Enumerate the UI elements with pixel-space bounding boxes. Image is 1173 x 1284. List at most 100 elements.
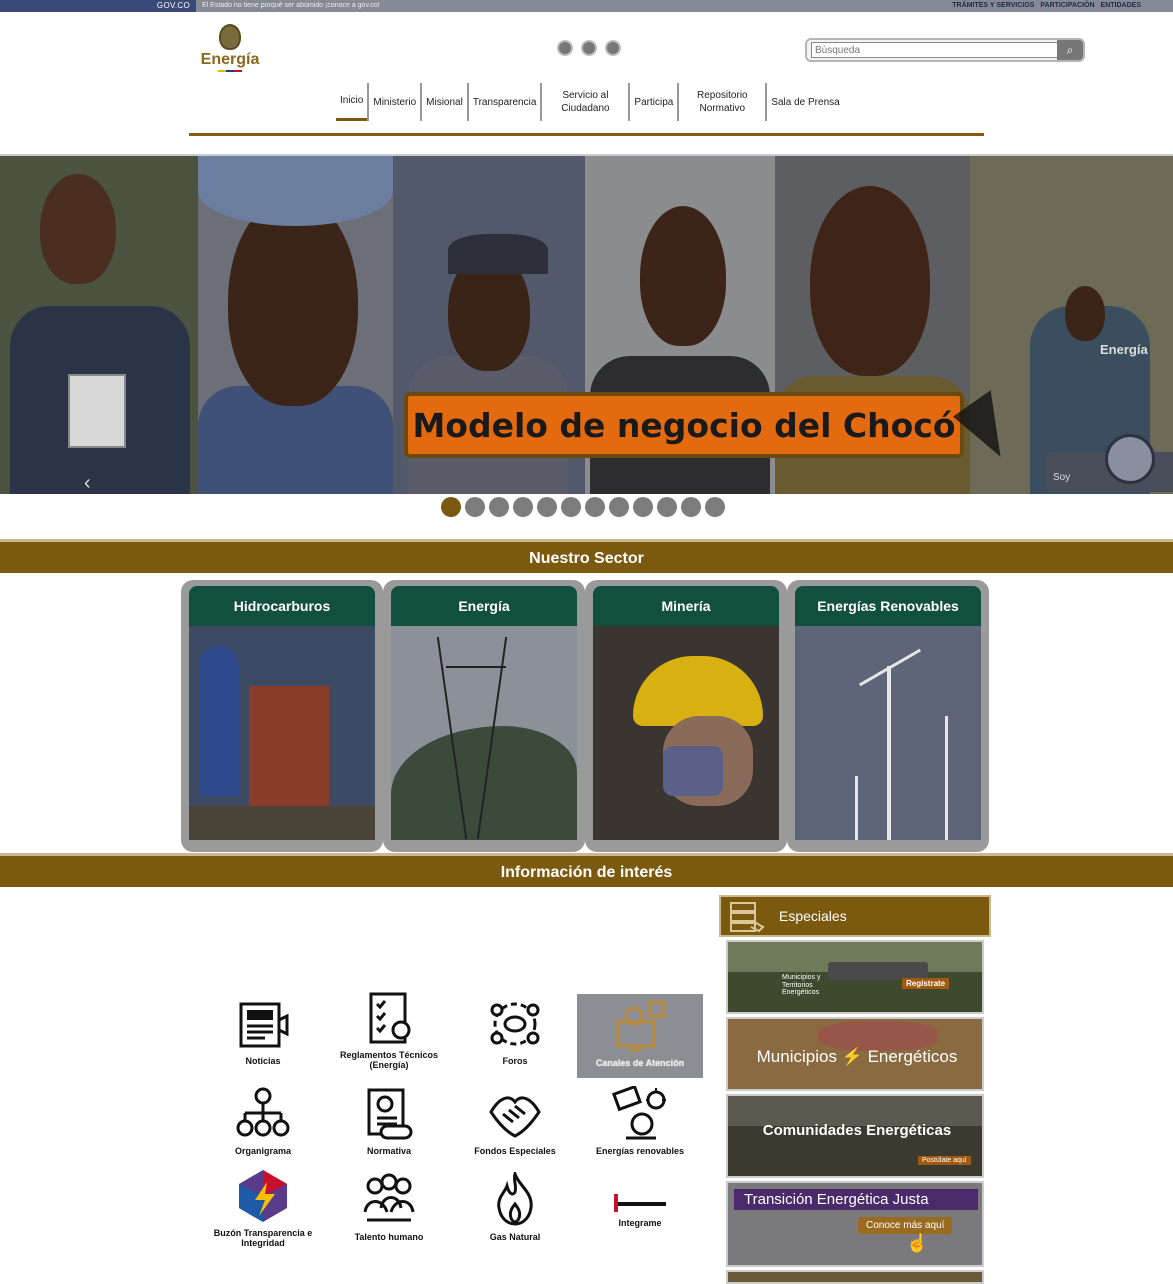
hero-photo-1 bbox=[0, 156, 198, 494]
govco-logo-text[interactable]: GOV.CO bbox=[157, 1, 190, 10]
link-participacion[interactable]: PARTICIPACIÓN bbox=[1040, 2, 1094, 9]
especiales-header[interactable]: Especiales bbox=[719, 895, 991, 937]
info-item-canales-atencion[interactable]: Canales de Atención bbox=[577, 994, 703, 1078]
search-button[interactable]: ⌕ bbox=[1057, 40, 1083, 60]
text-size-icon[interactable] bbox=[605, 40, 621, 56]
server-hand-icon bbox=[729, 901, 767, 933]
govco-brand[interactable]: GOV.CO bbox=[0, 0, 196, 12]
info-item-integrame[interactable]: Integrame bbox=[577, 1192, 703, 1228]
chatbot-label: Soy bbox=[1053, 472, 1071, 483]
forum-icon bbox=[487, 996, 543, 1052]
carousel-dot[interactable] bbox=[513, 497, 533, 517]
tile-text: Municipios ⚡ Energéticos bbox=[756, 1047, 958, 1066]
link-tramites[interactable]: TRÁMITES Y SERVICIOS bbox=[952, 2, 1034, 9]
especial-tile-comunidades-energeticas[interactable]: Comunidades Energéticas Postúlate aquí bbox=[726, 1094, 984, 1178]
item-label: Gas Natural bbox=[489, 1232, 541, 1242]
carousel-dot[interactable] bbox=[561, 497, 581, 517]
card-title: Energías Renovables bbox=[795, 586, 981, 626]
item-label: Reglamentos Técnicos (Energía) bbox=[339, 1050, 439, 1070]
link-entidades[interactable]: ENTIDADES bbox=[1101, 2, 1141, 9]
especial-tile-municipios-energeticos[interactable]: Municipios ⚡ Energéticos bbox=[726, 1017, 984, 1091]
especial-tile-transicion-energetica[interactable]: Transición Energética Justa Conoce más a… bbox=[726, 1181, 984, 1267]
nav-servicio-ciudadano[interactable]: Servicio al Ciudadano bbox=[540, 83, 628, 121]
nav-repositorio-normativo[interactable]: Repositorio Normativo bbox=[677, 83, 765, 121]
search-icon: ⌕ bbox=[1066, 43, 1074, 57]
info-item-talento-humano[interactable]: Talento humano bbox=[326, 1172, 452, 1242]
coat-of-arms-icon bbox=[219, 24, 241, 50]
info-item-noticias[interactable]: Noticias bbox=[200, 996, 326, 1066]
checklist-icon bbox=[361, 990, 417, 1046]
item-label: Buzón Transparencia e Integridad bbox=[213, 1228, 313, 1248]
robot-icon bbox=[1105, 434, 1155, 484]
hero-banner-title[interactable]: Modelo de negocio del Chocó bbox=[404, 392, 964, 458]
carousel-dot[interactable] bbox=[489, 497, 509, 517]
info-item-energias-renovables[interactable]: Energías renovables bbox=[577, 1086, 703, 1156]
section-title-sector: Nuestro Sector bbox=[0, 539, 1173, 573]
handshake-icon bbox=[487, 1086, 543, 1142]
tile-text: Comunidades Energéticas bbox=[762, 1122, 952, 1139]
main-nav: Inicio Ministerio Misional Transparencia… bbox=[336, 82, 844, 122]
hero-watermark-logo: Energía bbox=[1100, 342, 1148, 357]
govco-tagline[interactable]: El Estado no tiene porqué ser abúmido ¡c… bbox=[202, 2, 380, 9]
org-chart-icon bbox=[235, 1086, 291, 1142]
carousel-dot[interactable] bbox=[633, 497, 653, 517]
document-scroll-icon bbox=[361, 1086, 417, 1142]
item-label: Noticias bbox=[245, 1056, 281, 1066]
card-title: Hidrocarburos bbox=[189, 586, 375, 626]
carousel-dot[interactable] bbox=[681, 497, 701, 517]
info-item-gas-natural[interactable]: Gas Natural bbox=[452, 1172, 578, 1242]
item-label: Fondos Especiales bbox=[474, 1146, 556, 1156]
nav-participa[interactable]: Participa bbox=[628, 83, 677, 121]
chatbot-widget[interactable]: Soy bbox=[1045, 434, 1173, 492]
item-label: Normativa bbox=[366, 1146, 411, 1156]
card-mineria[interactable]: Minería bbox=[585, 580, 787, 852]
info-item-normativa[interactable]: Normativa bbox=[326, 1086, 452, 1156]
card-energias-renovables[interactable]: Energías Renovables bbox=[787, 580, 989, 852]
nav-transparencia[interactable]: Transparencia bbox=[466, 83, 541, 121]
carousel-dot[interactable] bbox=[585, 497, 605, 517]
flame-icon bbox=[487, 1172, 543, 1228]
nav-misional[interactable]: Misional bbox=[420, 83, 467, 121]
carousel-dot[interactable] bbox=[609, 497, 629, 517]
power-tower-image bbox=[391, 626, 577, 840]
info-item-organigrama[interactable]: Organigrama bbox=[200, 1086, 326, 1156]
card-energia[interactable]: Energía bbox=[383, 580, 585, 852]
gov-top-bar: GOV.CO El Estado no tiene porqué ser abú… bbox=[0, 0, 1173, 12]
transparency-mailbox-icon bbox=[235, 1168, 291, 1224]
item-label: Canales de Atención bbox=[595, 1058, 685, 1068]
tile-cta[interactable]: Regístrate bbox=[902, 978, 950, 989]
info-item-fondos-especiales[interactable]: Fondos Especiales bbox=[452, 1086, 578, 1156]
card-hidrocarburos[interactable]: Hidrocarburos bbox=[181, 580, 383, 852]
tile-cta[interactable]: Conoce más aquí bbox=[858, 1217, 953, 1234]
item-label: Energías renovables bbox=[595, 1146, 685, 1156]
oil-rig-image bbox=[189, 626, 375, 840]
carousel-indicators bbox=[441, 497, 725, 517]
info-item-foros[interactable]: Foros bbox=[452, 996, 578, 1066]
especial-tile-municipios-territorios[interactable]: Municipios y Territorios Energéticos Reg… bbox=[726, 940, 984, 1014]
nav-inicio[interactable]: Inicio bbox=[336, 83, 368, 121]
section-title-info: Información de interés bbox=[0, 853, 1173, 887]
card-title: Energía bbox=[391, 586, 577, 626]
carousel-dot[interactable] bbox=[705, 497, 725, 517]
especial-tile-next[interactable] bbox=[726, 1270, 984, 1284]
ministry-logo[interactable]: Energía bbox=[199, 24, 261, 80]
newspaper-icon bbox=[235, 996, 291, 1052]
carousel-dot[interactable] bbox=[441, 497, 461, 517]
carousel-dot[interactable] bbox=[465, 497, 485, 517]
search-box: ⌕ bbox=[805, 38, 1085, 62]
nav-ministerio[interactable]: Ministerio bbox=[367, 83, 420, 121]
info-item-reglamentos[interactable]: Reglamentos Técnicos (Energía) bbox=[326, 990, 452, 1070]
search-input[interactable] bbox=[811, 42, 1059, 58]
hand-pointer-icon: ☝ bbox=[906, 1233, 929, 1253]
carousel-prev-icon[interactable]: ‹ bbox=[84, 472, 91, 494]
wind-turbine-image bbox=[795, 626, 981, 840]
tile-cta[interactable]: Postúlate aquí bbox=[918, 1156, 971, 1165]
solar-bulb-icon bbox=[612, 1086, 668, 1142]
info-item-buzon-transparencia[interactable]: Buzón Transparencia e Integridad bbox=[200, 1168, 326, 1248]
carousel-dot[interactable] bbox=[657, 497, 677, 517]
sector-cards: Hidrocarburos Energía Minería Energías R… bbox=[181, 580, 991, 852]
contrast-icon[interactable] bbox=[581, 40, 597, 56]
nav-sala-prensa[interactable]: Sala de Prensa bbox=[765, 83, 843, 121]
carousel-dot[interactable] bbox=[537, 497, 557, 517]
accessibility-icon[interactable] bbox=[557, 40, 573, 56]
